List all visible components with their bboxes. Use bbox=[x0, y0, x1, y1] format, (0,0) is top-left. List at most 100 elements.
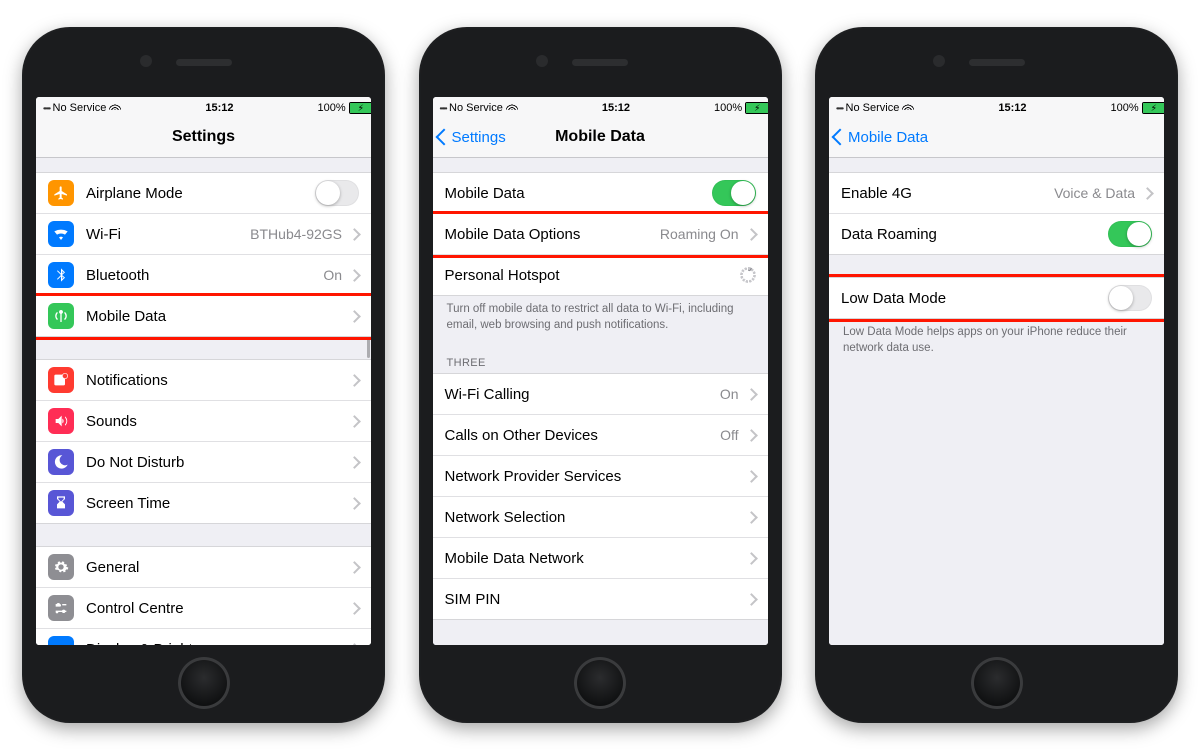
row-wifi-calling[interactable]: Wi-Fi Calling On bbox=[433, 373, 768, 415]
antenna-icon bbox=[48, 303, 74, 329]
section-header-mobile-data: MOBILE DATA bbox=[433, 620, 768, 645]
clock: 15:12 bbox=[205, 102, 233, 114]
row-detail: On bbox=[720, 386, 739, 402]
chevron-right-icon bbox=[348, 415, 361, 428]
row-wifi[interactable]: Wi-Fi BTHub4-92GS bbox=[36, 214, 371, 255]
moon-icon bbox=[48, 449, 74, 475]
sliders-icon bbox=[48, 595, 74, 621]
row-low-data-mode[interactable]: Low Data Mode bbox=[829, 277, 1164, 319]
signal-dots-icon bbox=[440, 102, 447, 114]
row-label: Calls on Other Devices bbox=[445, 427, 721, 444]
chevron-right-icon bbox=[348, 310, 361, 323]
row-mobile-data-options[interactable]: Mobile Data Options Roaming On bbox=[433, 214, 768, 255]
phone-data-options: No Service 15:12 100%⚡︎ Mobile Data Enab… bbox=[815, 27, 1178, 723]
chevron-right-icon bbox=[348, 602, 361, 615]
phone-mobile-data: No Service 15:12 100%⚡︎ Settings Mobile … bbox=[419, 27, 782, 723]
row-label: Data Roaming bbox=[841, 226, 1108, 243]
screen: No Service 15:12 100%⚡︎ Settings Mobile … bbox=[433, 97, 768, 645]
row-dnd[interactable]: Do Not Disturb bbox=[36, 442, 371, 483]
data-roaming-toggle[interactable] bbox=[1108, 221, 1152, 247]
airplane-icon bbox=[48, 180, 74, 206]
status-bar: No Service 15:12 100%⚡︎ bbox=[433, 97, 768, 117]
screen: No Service 15:12 100% ⚡︎ Settings Airpla… bbox=[36, 97, 371, 645]
row-provider-services[interactable]: Network Provider Services bbox=[433, 456, 768, 497]
row-data-roaming[interactable]: Data Roaming bbox=[829, 214, 1164, 255]
chevron-right-icon bbox=[348, 497, 361, 510]
settings-list[interactable]: Airplane Mode Wi-Fi BTHub4-92GS Bluetoot… bbox=[36, 158, 371, 645]
mobile-data-toggle[interactable] bbox=[712, 180, 756, 206]
back-button[interactable]: Mobile Data bbox=[834, 129, 928, 146]
front-camera bbox=[140, 55, 152, 67]
navbar-title: Settings bbox=[172, 128, 235, 146]
clock: 15:12 bbox=[998, 102, 1026, 114]
row-airplane-mode[interactable]: Airplane Mode bbox=[36, 172, 371, 214]
mobile-data-list[interactable]: Mobile Data Mobile Data Options Roaming … bbox=[433, 158, 768, 645]
chevron-right-icon bbox=[745, 552, 758, 565]
gear-icon bbox=[48, 554, 74, 580]
sounds-icon bbox=[48, 408, 74, 434]
speaker-grille bbox=[176, 59, 232, 66]
charging-icon: ⚡︎ bbox=[754, 103, 760, 114]
row-label: Display & Brightness bbox=[86, 641, 346, 646]
chevron-right-icon bbox=[745, 470, 758, 483]
navbar-title: Mobile Data bbox=[555, 128, 645, 146]
row-label: Sounds bbox=[86, 413, 346, 430]
chevron-right-icon bbox=[348, 456, 361, 469]
low-data-toggle[interactable] bbox=[1108, 285, 1152, 311]
battery-percent: 100% bbox=[1111, 102, 1139, 114]
row-mobile-data-toggle[interactable]: Mobile Data bbox=[433, 172, 768, 214]
battery-percent: 100% bbox=[318, 102, 346, 114]
row-label: Control Centre bbox=[86, 600, 346, 617]
chevron-left-icon bbox=[435, 129, 452, 146]
row-mobile-data[interactable]: Mobile Data bbox=[36, 296, 371, 337]
row-mobile-data-network[interactable]: Mobile Data Network bbox=[433, 538, 768, 579]
data-options-list[interactable]: Enable 4G Voice & Data Data Roaming Low … bbox=[829, 158, 1164, 645]
chevron-right-icon bbox=[348, 269, 361, 282]
row-label: Do Not Disturb bbox=[86, 454, 346, 471]
row-label: Notifications bbox=[86, 372, 346, 389]
row-calls-other-devices[interactable]: Calls on Other Devices Off bbox=[433, 415, 768, 456]
row-network-selection[interactable]: Network Selection bbox=[433, 497, 768, 538]
home-button[interactable] bbox=[574, 657, 626, 709]
row-sounds[interactable]: Sounds bbox=[36, 401, 371, 442]
home-button[interactable] bbox=[971, 657, 1023, 709]
home-button[interactable] bbox=[178, 657, 230, 709]
carrier-text: No Service bbox=[449, 102, 503, 114]
row-screen-time[interactable]: Screen Time bbox=[36, 483, 371, 524]
row-label: Personal Hotspot bbox=[445, 267, 740, 284]
clock: 15:12 bbox=[602, 102, 630, 114]
navbar: Settings Mobile Data bbox=[433, 117, 768, 158]
chevron-right-icon bbox=[745, 511, 758, 524]
options-detail: Roaming On bbox=[660, 226, 739, 242]
row-detail: Off bbox=[720, 427, 738, 443]
chevron-right-icon bbox=[745, 593, 758, 606]
chevron-right-icon bbox=[348, 374, 361, 387]
row-bluetooth[interactable]: Bluetooth On bbox=[36, 255, 371, 296]
row-control-centre[interactable]: Control Centre bbox=[36, 588, 371, 629]
row-detail: Voice & Data bbox=[1054, 185, 1135, 201]
row-personal-hotspot[interactable]: Personal Hotspot bbox=[433, 255, 768, 296]
speaker-grille bbox=[572, 59, 628, 66]
back-button[interactable]: Settings bbox=[438, 129, 506, 146]
row-enable-4g[interactable]: Enable 4G Voice & Data bbox=[829, 172, 1164, 214]
chevron-right-icon bbox=[348, 228, 361, 241]
chevron-right-icon bbox=[348, 643, 361, 645]
row-label: General bbox=[86, 559, 346, 576]
airplane-toggle[interactable] bbox=[315, 180, 359, 206]
row-label: Mobile Data Options bbox=[445, 226, 660, 243]
front-camera bbox=[933, 55, 945, 67]
chevron-right-icon bbox=[1141, 187, 1154, 200]
row-label: Network Selection bbox=[445, 509, 743, 526]
status-bar: No Service 15:12 100% ⚡︎ bbox=[36, 97, 371, 117]
row-sim-pin[interactable]: SIM PIN bbox=[433, 579, 768, 620]
row-label: Low Data Mode bbox=[841, 290, 1108, 307]
wifi-icon bbox=[506, 104, 518, 113]
row-label: SIM PIN bbox=[445, 591, 743, 608]
wifi-icon bbox=[902, 104, 914, 113]
row-notifications[interactable]: Notifications bbox=[36, 359, 371, 401]
speaker-grille bbox=[969, 59, 1025, 66]
row-general[interactable]: General bbox=[36, 546, 371, 588]
row-display[interactable]: AA Display & Brightness bbox=[36, 629, 371, 645]
loading-spinner-icon bbox=[740, 267, 756, 283]
bluetooth-detail: On bbox=[323, 267, 342, 283]
